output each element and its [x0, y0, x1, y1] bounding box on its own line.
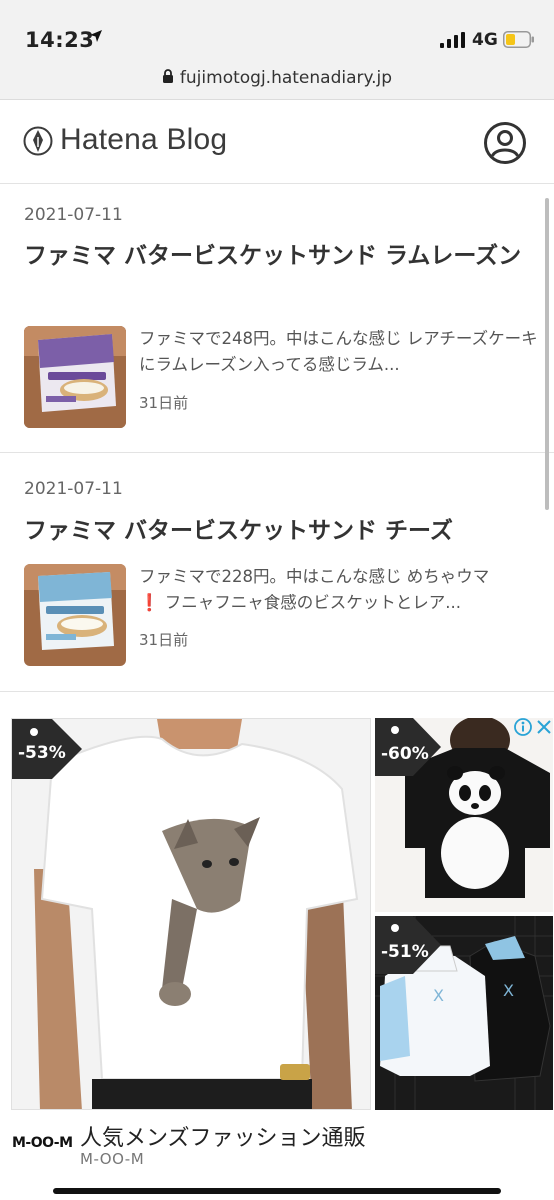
advertiser-logo[interactable]: M-OO-M	[12, 1135, 73, 1151]
status-bar: 14:23 4G fujimotogj.hatenadiary.jp	[0, 0, 554, 100]
clock: 14:23	[25, 28, 95, 52]
network-type: 4G	[472, 30, 498, 50]
discount-label: -51%	[381, 942, 429, 962]
product-package-image	[24, 564, 126, 666]
article-thumbnail[interactable]	[24, 564, 126, 666]
article-excerpt: ファミマで228円。中はこんな感じ めちゃウマ ❗ フニャフニャ食感のビスケット…	[139, 564, 541, 616]
user-account-icon[interactable]	[483, 121, 527, 165]
svg-text:X: X	[503, 981, 514, 1000]
signal-icon	[440, 32, 465, 48]
ad-headline[interactable]: 人気メンズファッション通販	[80, 1120, 366, 1152]
scrollbar[interactable]	[545, 198, 549, 510]
article-excerpt: ファミマで248円。中はこんな感じ レアチーズケーキにラムレーズン入ってる感じラ…	[139, 329, 538, 374]
article-excerpt-line: ファミマで228円。中はこんな感じ めちゃウマ	[139, 567, 490, 586]
site-header: Hatena Blog	[0, 101, 554, 184]
article-excerpt-line: ❗ フニャフニャ食感のビスケットとレア...	[139, 593, 462, 612]
location-arrow-icon	[90, 30, 102, 42]
ad-advertiser-name[interactable]: M-OO-M	[80, 1150, 144, 1168]
url-text: fujimotogj.hatenadiary.jp	[179, 68, 393, 88]
home-indicator[interactable]	[53, 1188, 501, 1194]
article-card[interactable]: 2021-07-11 ファミマ バタービスケットサンド チーズ ファミマで228…	[0, 454, 554, 692]
article-date: 2021-07-11	[24, 479, 123, 499]
article-age: 31日前	[139, 631, 189, 649]
discount-label: -53%	[18, 743, 66, 763]
ad-image-main[interactable]: -53%	[11, 718, 371, 1110]
ad-close-icon[interactable]	[535, 718, 553, 736]
address-bar[interactable]: fujimotogj.hatenadiary.jp	[0, 68, 554, 88]
product-package-image	[24, 326, 126, 428]
site-logo-text[interactable]: Hatena Blog	[60, 123, 227, 157]
article-title[interactable]: ファミマ バタービスケットサンド ラムレーズン	[24, 237, 534, 275]
lock-icon	[162, 69, 173, 83]
article-title[interactable]: ファミマ バタービスケットサンド チーズ	[24, 512, 534, 550]
article-card[interactable]: 2021-07-11 ファミマ バタービスケットサンド ラムレーズン ファミマで…	[0, 185, 554, 453]
ad-image-side[interactable]: X X -51%	[375, 916, 553, 1110]
discount-label: -60%	[381, 744, 429, 764]
article-age: 31日前	[139, 394, 189, 412]
article-date: 2021-07-11	[24, 205, 123, 225]
hatena-pen-logo-icon[interactable]	[23, 125, 53, 157]
ad-image-side[interactable]: -60%	[375, 718, 553, 912]
battery-icon	[503, 31, 534, 48]
ad-info-icon[interactable]	[514, 718, 532, 736]
article-thumbnail[interactable]	[24, 326, 126, 428]
svg-text:X: X	[433, 986, 444, 1005]
